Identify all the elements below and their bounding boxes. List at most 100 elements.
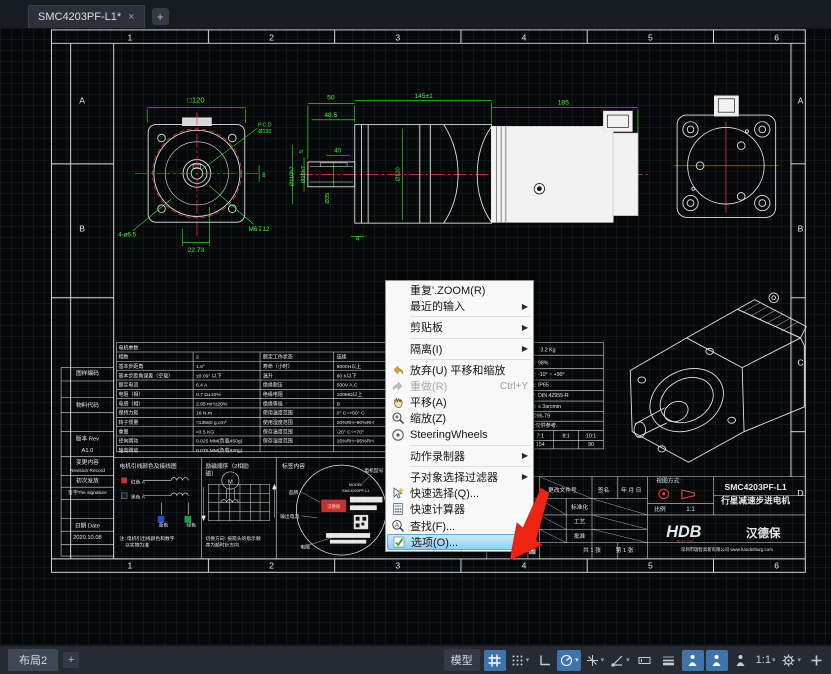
zone-number: 6 bbox=[774, 560, 779, 570]
layout-tab[interactable]: 布局2 bbox=[8, 649, 58, 671]
zone-number: 3 bbox=[395, 32, 400, 42]
context-menu: 重复'.ZOOM(R)最近的输入▶ 剪贴板▶ 隔离(I)▶ 放弃(U) 平移和缩放重做… bbox=[385, 280, 534, 552]
drawing-text: 度: DIN 42955-R bbox=[530, 391, 569, 399]
drawing-text: 154 bbox=[536, 442, 545, 448]
add-layout-button[interactable]: + bbox=[63, 652, 79, 668]
motor-table-cell: 0.025 MM(负载450g) bbox=[196, 438, 243, 445]
menu-item-subobject-filter[interactable]: 子对象选择过滤器▶ bbox=[387, 469, 532, 485]
blank-icon bbox=[389, 341, 406, 356]
menu-item-find[interactable]: A查找(F)... bbox=[387, 517, 532, 533]
motor-table-cell: 相数 bbox=[118, 354, 128, 361]
chevron-down-icon: ▾ bbox=[626, 656, 630, 664]
zone-letter: D bbox=[797, 488, 803, 498]
motor-table-cell: -20° C~+70° bbox=[337, 429, 364, 435]
close-tab-icon[interactable]: × bbox=[128, 11, 134, 23]
status-osnap-tracking-icon[interactable]: ▾ bbox=[583, 650, 607, 671]
motor-table-cell: 0° C~+50° C bbox=[337, 411, 365, 417]
status-lineweight-icon[interactable] bbox=[658, 650, 680, 671]
menu-item-label: 选项(O)... bbox=[411, 534, 527, 550]
menu-item-isolate[interactable]: 隔离(I)▶ bbox=[387, 341, 532, 357]
zoom-icon bbox=[389, 411, 406, 426]
status-annotation-scale[interactable]: 1:1▾ bbox=[754, 650, 778, 671]
chevron-down-icon: ▾ bbox=[601, 656, 605, 664]
motor-table-cell: 100MΩ以上 bbox=[337, 391, 363, 398]
menu-item-label: 重复'.ZOOM(R) bbox=[410, 282, 528, 298]
motor-table-cell: 使用温度范围 bbox=[263, 410, 293, 417]
drawing-text: Ø120 bbox=[396, 167, 402, 181]
submenu-arrow-icon: ▶ bbox=[522, 323, 528, 332]
drawing-text: 标签内容 bbox=[282, 462, 305, 470]
drawing-text: 5 bbox=[299, 150, 305, 153]
wheel-icon bbox=[389, 427, 406, 442]
drawing-text: 电机引线颜色及接线图 bbox=[119, 462, 176, 470]
zone-letter: B bbox=[798, 224, 804, 234]
menu-item-action-recorder[interactable]: 动作录制器 ▶ bbox=[387, 448, 532, 464]
menu-item-label: 快速计算器 bbox=[410, 501, 528, 517]
drawing-text: 3.2 Kg bbox=[540, 347, 555, 353]
motor-table-cell: 0.075 MM(负载920g) bbox=[196, 447, 243, 454]
projection-symbols bbox=[659, 489, 694, 499]
revision-block-cell: 版本 Rev bbox=[76, 434, 99, 442]
zone-number: 4 bbox=[522, 32, 527, 42]
menu-item-label: 重做(R) bbox=[410, 378, 496, 394]
drawing-text: Ø130 bbox=[258, 129, 271, 135]
menu-item-redo[interactable]: 重做(R)Ctrl+Y bbox=[387, 378, 532, 394]
status-dynamic-input-icon[interactable] bbox=[634, 650, 656, 671]
drawing-text: 黑色 Ā bbox=[131, 494, 146, 501]
drawing-text: 电机型号 bbox=[364, 467, 383, 474]
qselect-icon bbox=[389, 486, 406, 501]
menu-item-quick-select[interactable]: 快速选择(Q)... bbox=[387, 485, 532, 501]
zone-number: 4 bbox=[522, 560, 527, 570]
menu-item-undo-pan-zoom[interactable]: 放弃(U) 平移和缩放 bbox=[387, 362, 532, 378]
motor-table-cell: ≈3.5 KG bbox=[196, 429, 214, 435]
file-tab[interactable]: SMC4203PF-L1* × bbox=[28, 5, 145, 28]
menu-item-options[interactable]: 选项(O)... bbox=[387, 534, 532, 550]
blank-icon bbox=[389, 448, 406, 463]
drawing-text: 工艺 bbox=[574, 518, 586, 526]
motor-table-cell: ±0.09° 以下 bbox=[196, 373, 222, 379]
status-status-plus-icon[interactable] bbox=[805, 650, 827, 671]
menu-item-steering-wheels[interactable]: SteeringWheels bbox=[387, 427, 532, 443]
drawing-text: 行星减速步进电机 bbox=[720, 494, 790, 505]
submenu-arrow-icon: ▶ bbox=[522, 451, 528, 460]
chevron-down-icon: ▾ bbox=[797, 656, 801, 664]
revision-block-cell: Revision Record bbox=[70, 468, 105, 474]
menu-item-pan[interactable]: 平移(A) bbox=[387, 394, 532, 410]
zone-number: 3 bbox=[395, 560, 400, 570]
drawing-text: 电阻 bbox=[300, 543, 310, 550]
status-polar-tracking-icon[interactable]: ▾ bbox=[557, 650, 581, 671]
motor-table-cell: 500V A.C bbox=[337, 383, 358, 389]
status-snap-mode-icon[interactable]: ▾ bbox=[508, 650, 532, 671]
status-annotation-visibility-icon[interactable] bbox=[682, 650, 704, 671]
revision-block-cell: 2020.10.08 bbox=[73, 535, 102, 541]
drawing-text: Ø35 bbox=[325, 193, 331, 204]
menu-separator bbox=[410, 338, 531, 339]
drawing-text: 隙: ≤ 3arcmin bbox=[530, 402, 561, 410]
drawing-text: MODEL bbox=[349, 483, 363, 487]
status-grid-icon[interactable] bbox=[484, 650, 506, 671]
status-annotation-autoscale-icon[interactable] bbox=[706, 650, 728, 671]
menu-item-zoom[interactable]: 缩放(Z) bbox=[387, 410, 532, 426]
motor-table-cell: 绝缘等级 bbox=[263, 400, 283, 407]
status-annotation-scale-list-icon[interactable] bbox=[730, 650, 752, 671]
status-ortho-icon[interactable] bbox=[533, 650, 555, 671]
drawing-text: 48.5 bbox=[324, 112, 337, 119]
status-customization-icon[interactable]: ▾ bbox=[779, 650, 803, 671]
menu-item-recent-input[interactable]: 最近的输入▶ bbox=[387, 298, 532, 314]
new-tab-button[interactable]: + bbox=[152, 8, 169, 25]
menu-item-quick-calculator[interactable]: 快速计算器 bbox=[387, 501, 532, 517]
motor-table-cell: 16 N.m bbox=[196, 411, 212, 417]
drawing-text: M bbox=[228, 479, 233, 485]
menu-item-label: 动作录制器 bbox=[410, 448, 518, 464]
model-space-button[interactable]: 模型 bbox=[444, 649, 480, 671]
drawing-text: 以实物为准 bbox=[125, 541, 149, 548]
motor-table-cell: 轴向跳动 bbox=[118, 447, 138, 454]
blank-icon bbox=[389, 320, 406, 335]
motor-table-cell: 15%RH~95%RH bbox=[337, 439, 375, 445]
menu-item-repeat-zoom[interactable]: 重复'.ZOOM(R) bbox=[387, 282, 532, 298]
blank-icon bbox=[389, 299, 406, 314]
drawing-text: 共 1 张 bbox=[583, 546, 601, 554]
status-object-snap-icon[interactable]: ▾ bbox=[608, 650, 632, 671]
menu-item-clipboard[interactable]: 剪贴板▶ bbox=[387, 319, 532, 335]
redo-icon bbox=[389, 379, 406, 394]
